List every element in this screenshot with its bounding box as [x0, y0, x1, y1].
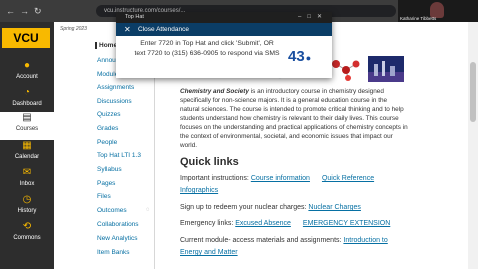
- book-icon: ▤: [22, 112, 32, 123]
- global-nav-calendar[interactable]: ▦ Calendar: [0, 140, 54, 168]
- course-nav-grades[interactable]: Grades: [97, 125, 118, 132]
- global-nav: VCU ● Account ◔ Dashboard ▤ Courses ▦ Ca…: [0, 22, 54, 269]
- dashboard-icon: ◔: [23, 87, 31, 98]
- global-nav-courses[interactable]: ▤ Courses: [0, 112, 54, 140]
- course-nav-analytics[interactable]: New Analytics: [97, 235, 137, 242]
- emergency-extension-link[interactable]: EMERGENCY EXTENSION: [303, 220, 390, 227]
- course-nav-pages[interactable]: Pages: [97, 180, 115, 187]
- attendance-message-line-1: Enter 7720 in Top Hat and click 'Submit'…: [140, 40, 274, 47]
- hidden-eye-icon: ◌: [146, 207, 150, 213]
- inbox-icon: ✉: [22, 167, 32, 178]
- global-nav-dashboard[interactable]: ◔ Dashboard: [0, 87, 54, 115]
- intro-energy-matter-link-2[interactable]: Energy and Matter: [180, 249, 238, 256]
- redeem-row: Sign up to redeem your nuclear charges: …: [180, 204, 361, 211]
- global-nav-label: Account: [16, 74, 38, 80]
- attendance-count: 43●: [288, 48, 326, 74]
- current-module-label: Current module- access materials and ass…: [180, 237, 344, 244]
- window-controls: –□✕: [298, 12, 328, 23]
- infographics-link[interactable]: Infographics: [180, 187, 218, 194]
- global-nav-label: Courses: [15, 126, 39, 132]
- attendance-bar: ✕ Close Attendance: [116, 23, 332, 36]
- global-nav-account[interactable]: ● Account: [0, 60, 54, 88]
- reload-icon[interactable]: ↻: [34, 6, 42, 16]
- infographics-row: Infographics: [180, 187, 218, 194]
- attendance-count-value: 43: [288, 48, 305, 65]
- course-nav-collaborations[interactable]: Collaborations: [97, 221, 139, 228]
- course-name: Chemistry and Society: [180, 88, 249, 95]
- vcu-logo[interactable]: VCU: [2, 28, 50, 48]
- course-nav-tophat[interactable]: Top Hat LTI 1.3: [97, 152, 141, 159]
- scrollbar-thumb[interactable]: [470, 62, 476, 122]
- term-label: Spring 2023: [60, 26, 87, 32]
- popup-window-title: Top Hat: [125, 14, 144, 20]
- tophat-attendance-window: Top Hat –□✕ ✕ Close Attendance Enter 772…: [116, 12, 332, 78]
- window-close-icon[interactable]: ✕: [317, 14, 328, 20]
- forward-icon[interactable]: →: [20, 6, 29, 16]
- current-module-row-2: Energy and Matter: [180, 249, 238, 256]
- nuclear-charges-link[interactable]: Nuclear Charges: [308, 204, 361, 211]
- intro-energy-matter-link[interactable]: Introduction to: [343, 237, 387, 244]
- global-nav-inbox[interactable]: ✉ Inbox: [0, 167, 54, 195]
- person-icon: ●: [305, 53, 312, 63]
- important-label: Important instructions:: [180, 175, 251, 182]
- attendance-message: Enter 7720 in Top Hat and click 'Submit'…: [130, 39, 284, 59]
- quick-links-heading: Quick links: [180, 156, 239, 168]
- course-description: Chemistry and Society is an introductory…: [180, 87, 408, 150]
- close-attendance-button[interactable]: Close Attendance: [138, 23, 189, 36]
- course-nav-quizzes[interactable]: Quizzes: [97, 111, 120, 118]
- close-icon[interactable]: ✕: [124, 23, 131, 36]
- minimize-icon[interactable]: –: [298, 14, 307, 20]
- back-icon[interactable]: ←: [6, 6, 15, 16]
- webcam-overlay: Katharine Tibbetts: [398, 0, 478, 22]
- clock-icon: ◷: [22, 194, 32, 205]
- global-nav-label: History: [17, 208, 37, 214]
- global-nav-history[interactable]: ◷ History: [0, 194, 54, 222]
- course-nav-home[interactable]: Home: [95, 42, 117, 49]
- course-nav-files[interactable]: Files: [97, 193, 111, 200]
- course-nav-people[interactable]: People: [97, 139, 117, 146]
- quick-reference-link[interactable]: Quick Reference: [322, 175, 374, 182]
- global-nav-label: Calendar: [14, 154, 40, 160]
- emergency-label: Emergency links:: [180, 220, 236, 227]
- global-nav-commons[interactable]: ⟲ Commons: [0, 221, 54, 249]
- global-nav-label: Inbox: [19, 181, 35, 187]
- excused-absence-link[interactable]: Excused Absence: [235, 220, 291, 227]
- page-scrollbar[interactable]: [468, 22, 478, 269]
- global-nav-label: Dashboard: [12, 101, 42, 107]
- description-text: is an introductory course in chemistry d…: [180, 88, 408, 149]
- city-night-image: [368, 56, 404, 82]
- current-module-row: Current module- access materials and ass…: [180, 237, 388, 244]
- important-row: Important instructions: Course informati…: [180, 175, 374, 182]
- calendar-icon: ▦: [22, 140, 32, 151]
- course-information-link[interactable]: Course information: [251, 175, 310, 182]
- person-icon: ●: [23, 60, 31, 71]
- attendance-message-line-2: text 7720 to (315) 636-0905 to respond v…: [134, 50, 280, 57]
- course-nav-syllabus[interactable]: Syllabus: [97, 166, 122, 173]
- presenter-name: Katharine Tibbetts: [400, 16, 437, 21]
- course-nav-item-banks[interactable]: Item Banks: [97, 249, 130, 256]
- global-nav-label: Commons: [13, 235, 41, 241]
- commons-icon: ⟲: [22, 221, 32, 232]
- course-nav-discussions[interactable]: Discussions: [97, 98, 132, 105]
- redeem-label: Sign up to redeem your nuclear charges:: [180, 204, 309, 211]
- emergency-row: Emergency links: Excused Absence EMERGENC…: [180, 220, 390, 227]
- course-nav-outcomes[interactable]: Outcomes: [97, 207, 127, 214]
- maximize-icon[interactable]: □: [307, 14, 317, 20]
- course-nav-assignments[interactable]: Assignments: [97, 84, 134, 91]
- molecule-image: [332, 60, 360, 81]
